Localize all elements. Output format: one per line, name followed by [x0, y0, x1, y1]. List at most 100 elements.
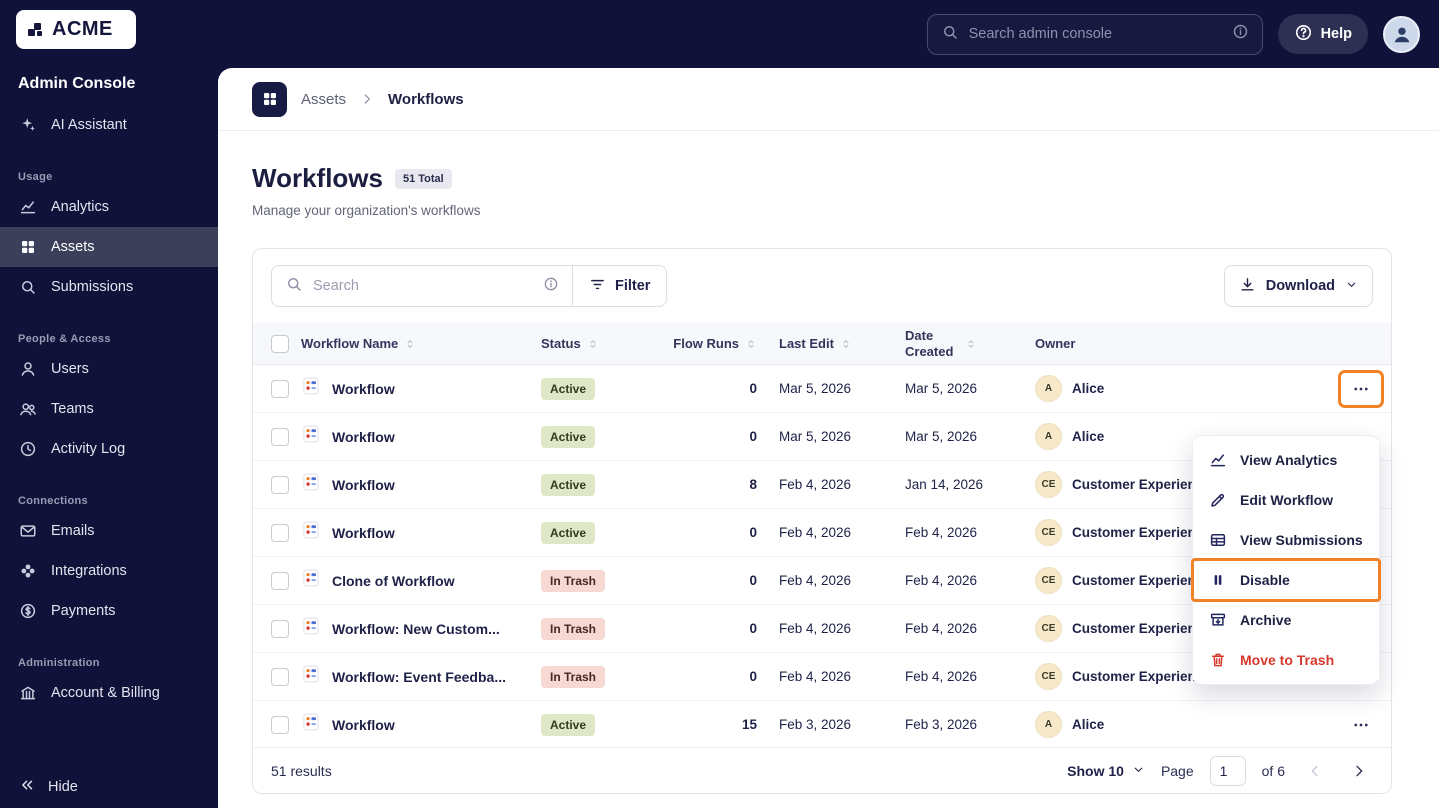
header-date-created[interactable]: Date Created [905, 328, 959, 359]
filter-label: Filter [615, 278, 651, 294]
workflow-name[interactable]: Workflow [332, 477, 395, 493]
table-icon [1208, 531, 1228, 549]
sidebar: ACME Admin Console AI Assistant Usage An… [0, 0, 218, 808]
row-checkbox[interactable] [271, 427, 289, 446]
page-size-select[interactable]: Show 10 [1067, 763, 1145, 779]
sidebar-item-integrations[interactable]: Integrations [0, 551, 218, 591]
sidebar-item-emails[interactable]: Emails [0, 511, 218, 551]
workflow-name[interactable]: Workflow: New Custom... [332, 621, 500, 637]
sidebar-item-activity-log[interactable]: Activity Log [0, 429, 218, 469]
owner-avatar: CE [1035, 663, 1062, 690]
workflow-name[interactable]: Workflow [332, 381, 395, 397]
sidebar-item-ai-assistant[interactable]: AI Assistant [0, 105, 218, 145]
flow-runs: 0 [749, 525, 757, 540]
table-search-input[interactable] [313, 278, 533, 294]
sort-icon[interactable] [587, 338, 599, 350]
menu-item-label: Move to Trash [1240, 652, 1335, 668]
help-label: Help [1320, 26, 1352, 42]
breadcrumb-assets[interactable]: Assets [301, 91, 346, 108]
workflow-name[interactable]: Workflow [332, 525, 395, 541]
last-edit: Mar 5, 2026 [779, 428, 852, 444]
sort-icon[interactable] [745, 338, 757, 350]
trash-icon [1208, 651, 1228, 669]
download-button[interactable]: Download [1223, 265, 1373, 307]
last-edit: Feb 4, 2026 [779, 668, 852, 684]
topbar: Help [218, 0, 1439, 68]
flow-runs: 0 [749, 669, 757, 684]
workflow-name[interactable]: Workflow [332, 717, 395, 733]
row-checkbox[interactable] [271, 523, 289, 542]
last-edit: Feb 4, 2026 [779, 620, 852, 636]
sidebar-item-payments[interactable]: Payments [0, 591, 218, 631]
sidebar-item-account-billing[interactable]: Account & Billing [0, 673, 218, 713]
header-owner[interactable]: Owner [1035, 336, 1075, 351]
workflow-name[interactable]: Workflow [332, 429, 395, 445]
breadcrumb-workflows: Workflows [388, 90, 464, 108]
sidebar-item-label: Activity Log [51, 441, 126, 457]
sort-icon[interactable] [965, 338, 977, 350]
table-search[interactable] [272, 266, 572, 306]
last-edit: Feb 4, 2026 [779, 476, 852, 492]
pencil-icon [1208, 491, 1228, 509]
owner-name: Customer Experience [1072, 525, 1211, 540]
row-actions-button[interactable] [1338, 369, 1384, 408]
help-button[interactable]: Help [1277, 14, 1368, 54]
sidebar-item-label: Analytics [51, 199, 110, 215]
sidebar-item-label: Users [51, 361, 89, 377]
owner-avatar: CE [1035, 519, 1062, 546]
select-all-checkbox[interactable] [271, 334, 289, 353]
row-actions-button[interactable] [1341, 709, 1381, 741]
workflow-file-icon [301, 424, 321, 449]
row-checkbox[interactable] [271, 715, 289, 734]
menu-item-view-analytics[interactable]: View Analytics [1193, 440, 1379, 480]
row-checkbox[interactable] [271, 619, 289, 638]
chart-icon [18, 197, 38, 217]
sidebar-item-teams[interactable]: Teams [0, 389, 218, 429]
menu-item-label: View Analytics [1240, 452, 1338, 468]
date-created: Feb 3, 2026 [905, 716, 978, 732]
page-label: Page [1160, 762, 1194, 779]
page-number-input[interactable] [1209, 755, 1246, 786]
admin-search[interactable] [926, 13, 1263, 55]
acme-logo[interactable]: ACME [16, 10, 136, 49]
row-checkbox[interactable] [271, 571, 289, 590]
next-page-button[interactable] [1345, 757, 1373, 785]
header-flow-runs[interactable]: Flow Runs [673, 336, 739, 351]
sidebar-item-submissions[interactable]: Submissions [0, 267, 218, 307]
sidebar-item-analytics[interactable]: Analytics [0, 187, 218, 227]
sort-icon[interactable] [404, 338, 416, 350]
last-edit: Mar 5, 2026 [779, 380, 852, 396]
menu-item-disable[interactable]: Disable [1191, 558, 1381, 602]
owner-name: Customer Experience [1072, 669, 1211, 684]
admin-search-input[interactable] [968, 26, 1222, 42]
integrations-icon [18, 561, 38, 581]
workflow-name[interactable]: Clone of Workflow [332, 573, 455, 589]
row-checkbox[interactable] [271, 379, 289, 398]
last-edit: Feb 3, 2026 [779, 716, 852, 732]
menu-item-edit-workflow[interactable]: Edit Workflow [1193, 480, 1379, 520]
date-created: Mar 5, 2026 [905, 428, 978, 444]
sidebar-item-assets[interactable]: Assets [0, 227, 218, 267]
date-created: Feb 4, 2026 [905, 524, 978, 540]
sort-icon[interactable] [840, 338, 852, 350]
flow-runs: 0 [749, 573, 757, 588]
workflow-name[interactable]: Workflow: Event Feedba... [332, 669, 506, 685]
flow-runs: 0 [749, 381, 757, 396]
menu-item-move-to-trash[interactable]: Move to Trash [1193, 640, 1379, 680]
menu-item-archive[interactable]: Archive [1193, 600, 1379, 640]
row-checkbox[interactable] [271, 667, 289, 686]
header-workflow-name[interactable]: Workflow Name [301, 336, 398, 351]
header-status[interactable]: Status [541, 336, 581, 351]
table-row: Workflow Active 15 Feb 3, 2026 Feb 3, 20… [253, 701, 1391, 747]
row-checkbox[interactable] [271, 475, 289, 494]
sidebar-hide-button[interactable]: Hide [0, 766, 218, 808]
total-badge: 51 Total [394, 168, 452, 189]
menu-item-view-submissions[interactable]: View Submissions [1193, 520, 1379, 560]
flow-runs: 8 [749, 477, 757, 492]
filter-button[interactable]: Filter [573, 266, 667, 306]
sidebar-item-users[interactable]: Users [0, 349, 218, 389]
prev-page-button[interactable] [1301, 757, 1329, 785]
user-avatar[interactable] [1383, 15, 1420, 53]
header-last-edit[interactable]: Last Edit [779, 336, 834, 351]
sidebar-item-label: Assets [51, 239, 95, 255]
